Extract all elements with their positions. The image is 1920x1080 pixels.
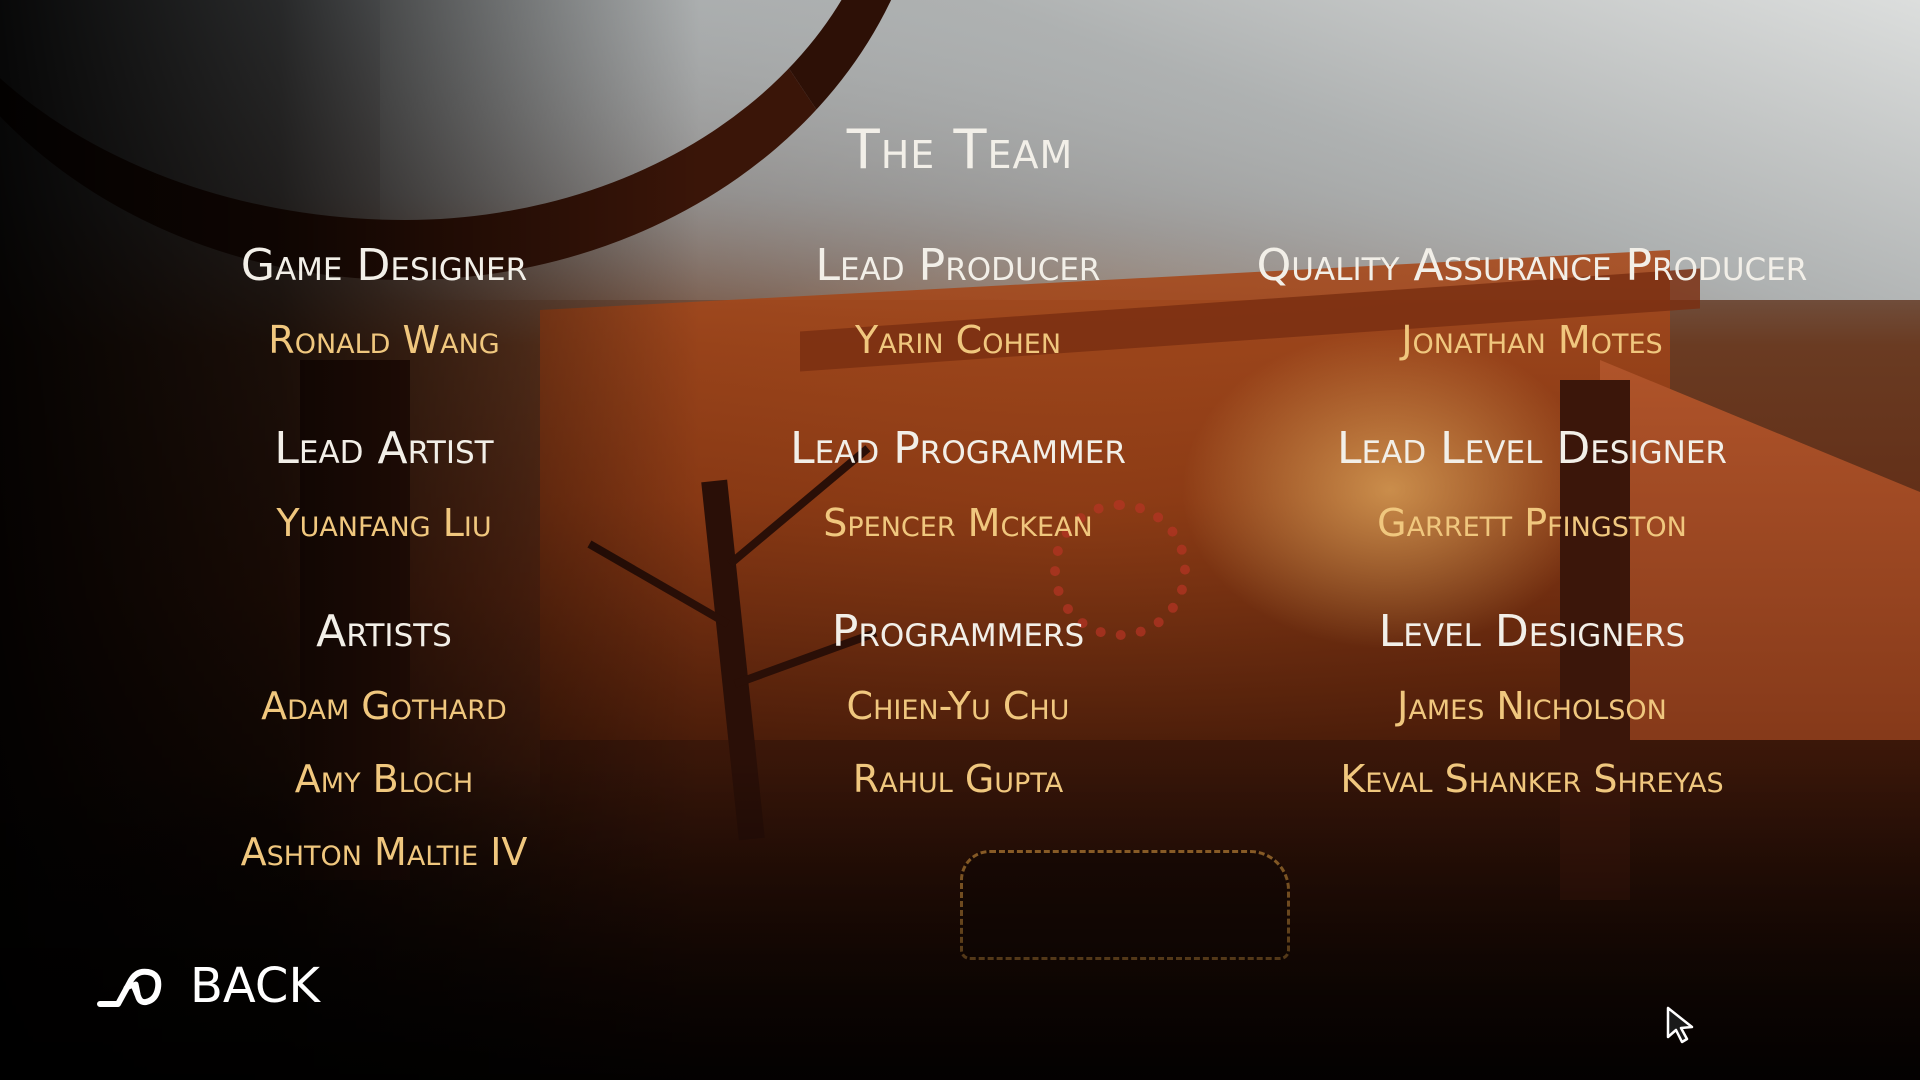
credit-name: Spencer Mckean — [823, 501, 1093, 545]
role-heading: Artists — [316, 606, 452, 657]
credit-name: Ashton Maltie IV — [240, 830, 528, 874]
credit-name: Jonathan Motes — [1401, 318, 1663, 362]
credit-name: Rahul Gupta — [852, 757, 1064, 801]
back-label: BACK — [190, 958, 320, 1014]
back-arrow-icon — [97, 968, 162, 1007]
role-heading: Programmers — [831, 606, 1085, 657]
credit-name: Garrett Pfingston — [1377, 501, 1687, 545]
credit-name: Ronald Wang — [268, 318, 500, 362]
credit-name: James Nicholson — [1397, 684, 1667, 728]
back-button[interactable]: BACK — [96, 958, 320, 1014]
credits-panel: The Team Game Designer Ronald Wang Lead … — [0, 0, 1920, 1080]
role-heading: Lead Producer — [815, 240, 1101, 291]
credit-name: Amy Bloch — [294, 757, 474, 801]
mouse-cursor-icon — [1666, 1006, 1694, 1044]
role-heading: Game Designer — [240, 240, 528, 291]
credit-name: Keval Shanker Shreyas — [1340, 757, 1724, 801]
credits-screen: The Team Game Designer Ronald Wang Lead … — [0, 0, 1920, 1080]
role-heading: Lead Programmer — [790, 423, 1126, 474]
credit-name: Chien-Yu Chu — [846, 684, 1070, 728]
role-heading: Lead Level Designer — [1337, 423, 1727, 474]
credit-name: Yuanfang Liu — [276, 501, 492, 545]
credit-name: Adam Gothard — [261, 684, 507, 728]
role-heading: Lead Artist — [274, 423, 494, 474]
credit-name: Yarin Cohen — [854, 318, 1062, 362]
role-heading: Level Designers — [1378, 606, 1686, 657]
page-title: The Team — [846, 118, 1074, 181]
role-heading: Quality Assurance Producer — [1256, 240, 1808, 291]
